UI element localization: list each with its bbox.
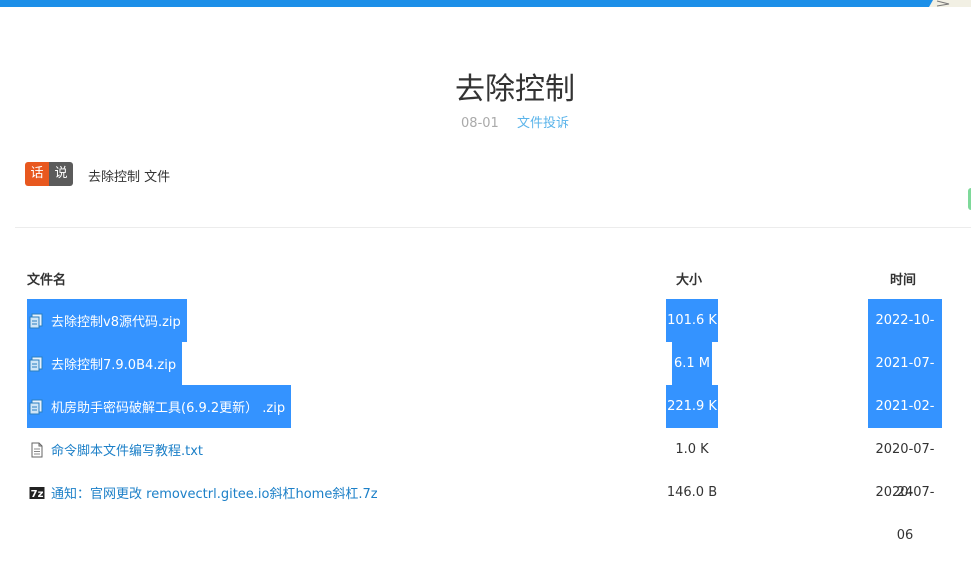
corner-arrow-icon[interactable] [927,0,971,7]
file-row[interactable]: 去除控制7.9.0B4.zip 6.1 M 2021-07-15 [0,342,971,414]
file-time: 2022-10-14 [868,299,942,371]
file-name-link[interactable]: 机房助手密码破解工具(6.9.2更新） .zip [51,397,285,416]
badge-right: 说 [49,162,73,186]
file-time: 2020-07-24 [875,442,935,500]
document-icon [27,354,47,374]
document-icon [27,311,47,331]
divider [15,227,971,228]
file-row[interactable]: 7z 通知：官网更改 removectrl.gitee.io斜杠home斜杠.7… [0,471,971,543]
file-time: 2020-07-06 [875,485,935,543]
description-text: 去除控制 文件 [88,170,171,185]
post-meta: 08-01 文件投诉 [0,112,971,131]
file-name-cell[interactable]: 去除控制v8源代码.zip [27,299,187,342]
report-link[interactable]: 文件投诉 [517,116,569,131]
speech-badge: 话 说 [25,162,73,186]
file-name-link[interactable]: 命令脚本文件编写教程.txt [51,440,203,459]
file-name-cell[interactable]: 去除控制7.9.0B4.zip [27,342,183,385]
document-icon [27,397,47,417]
column-header-name[interactable]: 文件名 [27,269,66,288]
file-name-link[interactable]: 通知：官网更改 removectrl.gitee.io斜杠home斜杠.7z [51,483,378,502]
file-name-cell[interactable]: 机房助手密码破解工具(6.9.2更新） .zip [27,385,292,428]
7z-archive-icon: 7z [27,483,47,503]
file-name-cell[interactable]: 7z 通知：官网更改 removectrl.gitee.io斜杠home斜杠.7… [27,471,384,514]
top-accent-bar [0,0,971,7]
column-header-size[interactable]: 大小 [676,269,702,288]
file-time: 2021-07-15 [868,342,942,414]
file-size: 221.9 K [666,385,718,428]
file-row[interactable]: 机房助手密码破解工具(6.9.2更新） .zip 221.9 K 2021-02… [0,385,971,457]
file-row[interactable]: 去除控制v8源代码.zip 101.6 K 2022-10-14 [0,299,971,371]
file-name-link[interactable]: 去除控制v8源代码.zip [51,311,181,330]
file-time: 2021-02-06 [868,385,942,457]
svg-text:7z: 7z [31,489,44,500]
file-row[interactable]: 命令脚本文件编写教程.txt 1.0 K 2020-07-24 [0,428,971,500]
file-size: 101.6 K [666,299,718,342]
file-size: 6.1 M [672,342,712,385]
file-name-link[interactable]: 去除控制7.9.0B4.zip [51,354,176,373]
file-name-cell[interactable]: 命令脚本文件编写教程.txt [27,428,209,471]
text-file-icon [27,440,47,460]
page-title: 去除控制 [455,72,575,107]
file-size: 1.0 K [675,442,709,457]
post-date: 08-01 [461,116,499,131]
column-header-time[interactable]: 时间 [890,269,916,288]
badge-left: 话 [25,162,49,186]
file-size: 146.0 B [666,485,718,500]
